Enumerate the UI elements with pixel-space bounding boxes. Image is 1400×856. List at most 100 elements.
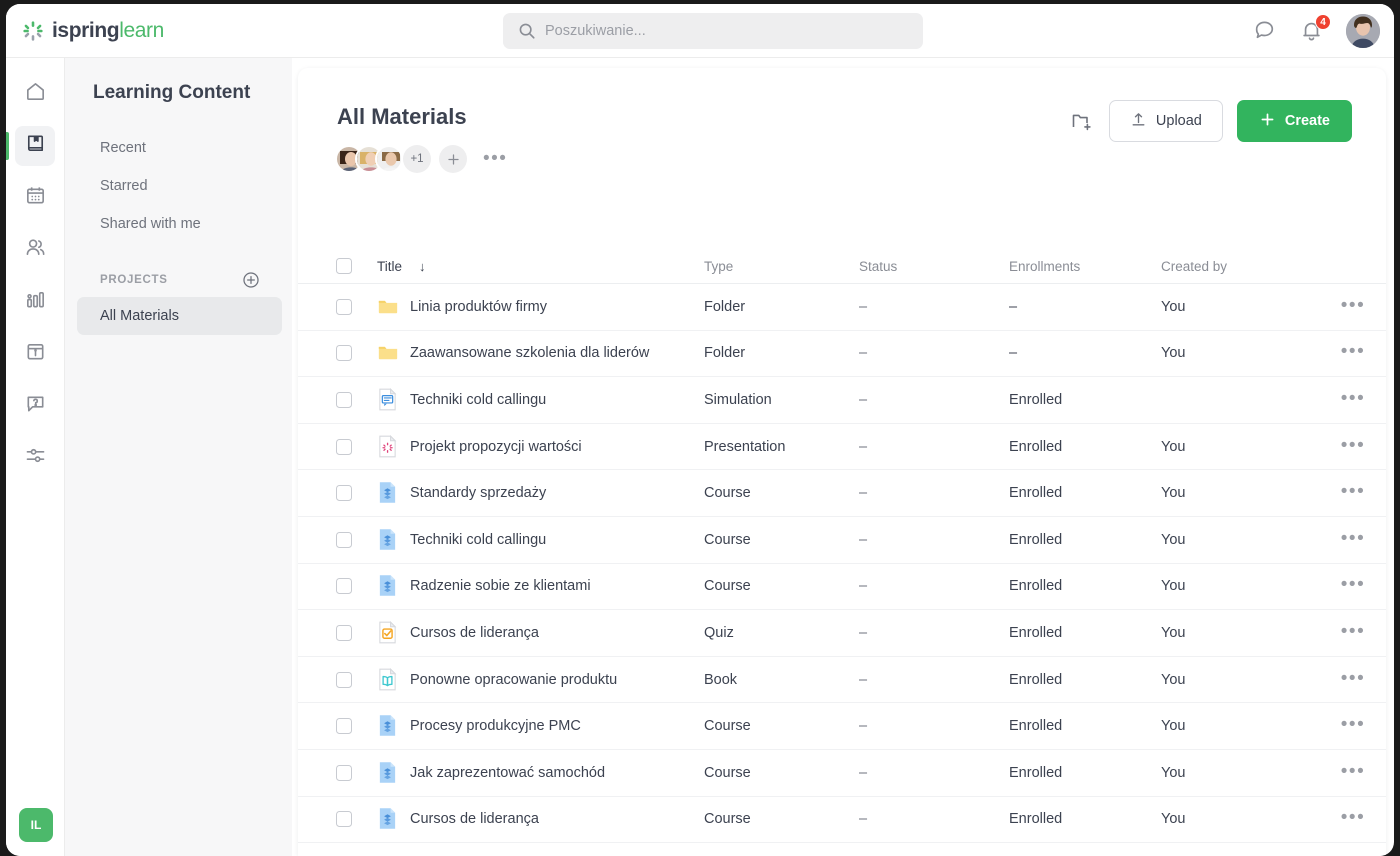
select-all-checkbox[interactable]: [336, 258, 352, 274]
create-button[interactable]: Create: [1236, 100, 1352, 142]
row-ellipsis-icon[interactable]: •••: [1341, 807, 1365, 828]
rail-item-home[interactable]: [15, 74, 55, 114]
cell-title[interactable]: Techniki cold callingu: [377, 528, 704, 552]
account-badge[interactable]: IL: [19, 808, 53, 842]
row-ellipsis-icon[interactable]: •••: [1341, 341, 1365, 362]
column-header-enrollments[interactable]: Enrollments: [1009, 259, 1161, 274]
cell-title[interactable]: Cursos de liderança: [377, 807, 704, 831]
add-collaborator-button[interactable]: [439, 145, 467, 173]
row-ellipsis-icon[interactable]: •••: [1341, 481, 1365, 502]
row-ellipsis-icon[interactable]: •••: [1341, 388, 1365, 409]
rail-item-settings[interactable]: [15, 438, 55, 478]
rail-item-users[interactable]: [15, 230, 55, 270]
rail-item-calendar[interactable]: [15, 178, 55, 218]
row-title-label: Jak zaprezentować samochód: [410, 764, 606, 781]
table-row[interactable]: Jak zaprezentować samochód Course – Enrolle…: [298, 750, 1386, 797]
row-ellipsis-icon[interactable]: •••: [1341, 528, 1365, 549]
avatar[interactable]: [375, 145, 403, 173]
cell-title[interactable]: Standardy sprzedaży: [377, 481, 704, 505]
row-title-label: Zaawansowane szkolenia dla liderów: [410, 345, 650, 362]
row-checkbox[interactable]: [336, 485, 352, 502]
row-title-label: Cursos de liderança: [410, 811, 539, 828]
table-row[interactable]: Techniki cold callingu Course – Enrolled You…: [298, 517, 1386, 564]
row-ellipsis-icon[interactable]: •••: [1341, 435, 1365, 456]
column-header-created-by[interactable]: Created by: [1161, 259, 1320, 274]
cell-title[interactable]: Procesy produkcyjne PMC: [377, 714, 704, 738]
cell-title[interactable]: Projekt propozycji wartości: [377, 434, 704, 459]
row-checkbox[interactable]: [336, 671, 352, 688]
row-ellipsis-icon[interactable]: •••: [1341, 714, 1365, 735]
row-checkbox[interactable]: [336, 345, 352, 362]
brand-logo[interactable]: ispringlearn: [22, 19, 252, 43]
search-input[interactable]: [503, 13, 923, 49]
cell-title[interactable]: Techniki cold callingu: [377, 387, 704, 412]
cell-title[interactable]: Linia produktów firmy: [377, 295, 704, 319]
table-row[interactable]: Projekt propozycji wartości Presentation –…: [298, 424, 1386, 471]
row-checkbox[interactable]: [336, 438, 352, 455]
table-row[interactable]: Cursos de liderança Course – Enrolled You •••: [298, 797, 1386, 844]
rail-item-reports[interactable]: [15, 282, 55, 322]
cell-title[interactable]: Ponowne opracowanie produktu: [377, 667, 704, 692]
cell-status: –: [859, 391, 868, 408]
sidebar-item-all-materials[interactable]: All Materials: [77, 297, 282, 335]
table-row[interactable]: Zaawansowane szkolenia dla liderów Folder…: [298, 331, 1386, 378]
new-folder-icon[interactable]: [1069, 108, 1095, 134]
cell-title[interactable]: Jak zaprezentować samochód: [377, 761, 704, 785]
folder-icon: [377, 295, 399, 319]
bell-icon[interactable]: 4: [1299, 14, 1331, 44]
table-row[interactable]: Standardy sprzedaży Course – Enrolled You •••: [298, 470, 1386, 517]
row-checkbox[interactable]: [336, 718, 352, 735]
cell-created-by: You: [1161, 811, 1186, 828]
row-ellipsis-icon[interactable]: •••: [1341, 295, 1365, 316]
cell-status: –: [859, 718, 868, 735]
row-checkbox[interactable]: [336, 298, 352, 315]
user-avatar[interactable]: [1346, 14, 1380, 48]
question-chat-icon: [24, 392, 47, 420]
row-checkbox[interactable]: [336, 811, 352, 828]
sidebar-item-recent[interactable]: Recent: [77, 129, 282, 167]
chat-bubble-icon[interactable]: [1252, 18, 1278, 44]
table-body: Linia produktów firmy Folder – – You ••• Zaawa…: [298, 284, 1386, 844]
rail-item-news[interactable]: [15, 334, 55, 374]
row-ellipsis-icon[interactable]: •••: [1341, 668, 1365, 689]
upload-button[interactable]: Upload: [1108, 100, 1223, 142]
cell-title[interactable]: Zaawansowane szkolenia dla liderów: [377, 341, 704, 365]
row-checkbox[interactable]: [336, 578, 352, 595]
cell-created-by: You: [1161, 624, 1186, 641]
column-header-title[interactable]: Title ↓: [377, 259, 704, 274]
table-row[interactable]: Ponowne opracowanie produktu Book – Enrolle…: [298, 657, 1386, 704]
row-checkbox[interactable]: [336, 624, 352, 641]
row-select-cell: [336, 345, 377, 362]
notification-badge: 4: [1315, 14, 1331, 30]
column-header-type[interactable]: Type: [704, 259, 859, 274]
brand-name-dark: ispring: [52, 18, 120, 42]
row-checkbox[interactable]: [336, 391, 352, 408]
plus-circle-icon[interactable]: [242, 271, 260, 289]
row-select-cell: [336, 718, 377, 735]
sidebar-item-shared-with-me[interactable]: Shared with me: [77, 205, 282, 243]
cell-status: –: [859, 485, 868, 502]
cell-type: Folder: [704, 298, 746, 315]
table-row[interactable]: Procesy produkcyjne PMC Course – Enrolled Yo…: [298, 703, 1386, 750]
rail-item-help[interactable]: [15, 386, 55, 426]
newspaper-icon: [24, 340, 47, 368]
table-row[interactable]: Cursos de liderança Quiz – Enrolled You •••: [298, 610, 1386, 657]
table-row[interactable]: Linia produktów firmy Folder – – You •••: [298, 284, 1386, 331]
rail-item-learning-content[interactable]: [6, 126, 55, 166]
row-checkbox[interactable]: [336, 764, 352, 781]
avatar-extra-count[interactable]: +1: [403, 145, 431, 173]
cell-title[interactable]: Cursos de liderança: [377, 620, 704, 645]
table-row[interactable]: Techniki cold callingu Simulation – Enrolle…: [298, 377, 1386, 424]
book-file-icon: [377, 667, 399, 692]
table-row[interactable]: Radzenie sobie ze klientami Course – Enroll…: [298, 564, 1386, 611]
cell-title[interactable]: Radzenie sobie ze klientami: [377, 574, 704, 598]
row-ellipsis-icon[interactable]: •••: [1341, 621, 1365, 642]
cell-enrollments: –: [1009, 345, 1018, 362]
row-title-label: Ponowne opracowanie produktu: [410, 671, 618, 688]
row-ellipsis-icon[interactable]: •••: [1341, 574, 1365, 595]
sidebar-item-starred[interactable]: Starred: [77, 167, 282, 205]
collaborators-more-icon[interactable]: •••: [483, 149, 507, 168]
row-ellipsis-icon[interactable]: •••: [1341, 761, 1365, 782]
row-checkbox[interactable]: [336, 531, 352, 548]
column-header-status[interactable]: Status: [859, 259, 1009, 274]
